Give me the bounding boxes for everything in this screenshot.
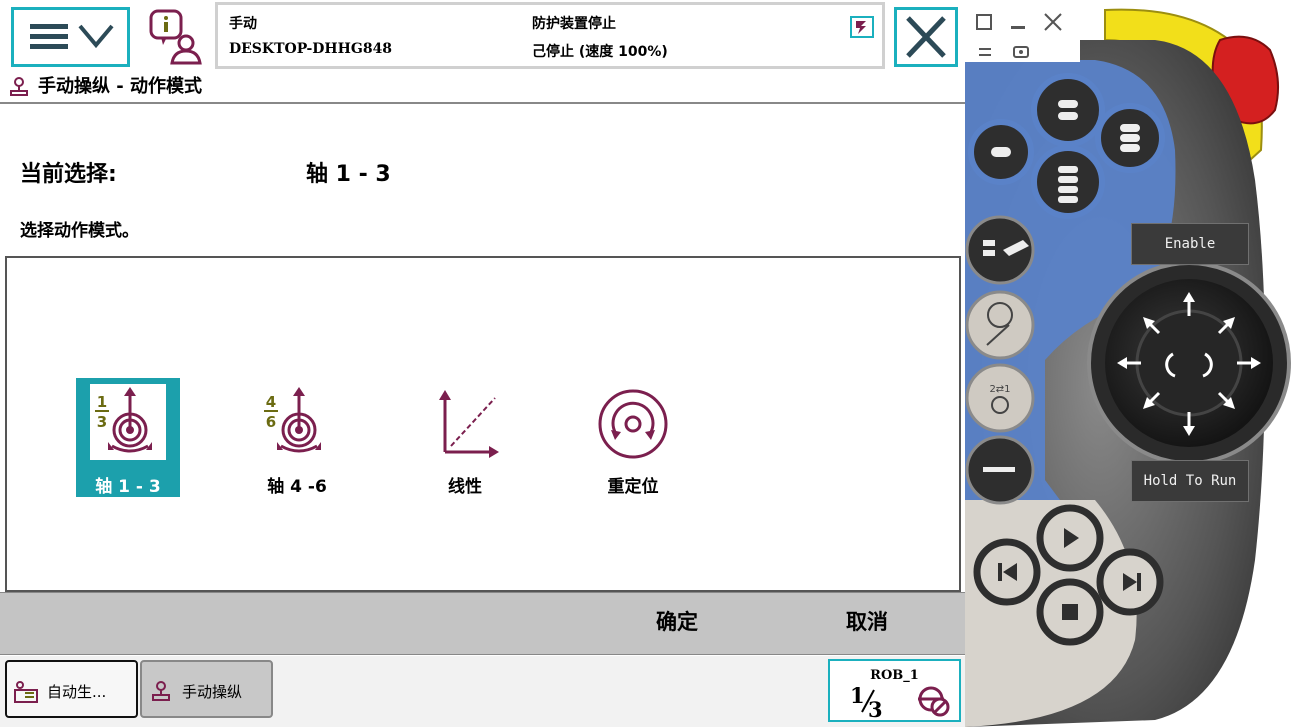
- mode-label: 轴 4 -6: [267, 477, 327, 497]
- ok-button[interactable]: 确定: [614, 593, 740, 655]
- window-title-bar: 手动操纵 - 动作模式: [0, 72, 965, 104]
- menu-icon: [30, 24, 114, 49]
- mode-icon-wrap: [595, 384, 671, 460]
- mode-linear[interactable]: 线性: [413, 378, 517, 497]
- hold-to-run-button[interactable]: Hold To Run: [1131, 460, 1249, 502]
- mode-icon-wrap: [427, 384, 503, 460]
- main-menu-button[interactable]: [11, 7, 130, 67]
- motor-status-icon: [850, 16, 874, 38]
- reorient-icon: [598, 389, 668, 459]
- run-status: 己停止 (速度 100%): [532, 44, 668, 60]
- motion-mode-panel: 1 3 轴 1 - 3 4 6 轴 4 -6 线性 重定位: [5, 256, 961, 592]
- task-label: 手动操纵: [182, 683, 243, 701]
- task-label: 自动生...: [47, 683, 107, 701]
- jogging-icon: [10, 77, 28, 96]
- axis-top-number: 1: [97, 393, 107, 411]
- jogging-icon: [152, 681, 170, 701]
- top-bar: 手动 DESKTOP-DHHG848 防护装置停止 己停止 (速度 100%): [0, 0, 965, 72]
- safety-status: 防护装置停止: [532, 16, 616, 32]
- app-root: 手动 DESKTOP-DHHG848 防护装置停止 己停止 (速度 100%) …: [0, 0, 1296, 727]
- current-selection-label: 当前选择:: [20, 162, 117, 187]
- task-production-window[interactable]: 自动生...: [5, 660, 138, 718]
- mode-axis-1-3[interactable]: 1 3 轴 1 - 3: [76, 378, 180, 497]
- selection-prompt: 选择动作模式。: [20, 221, 139, 241]
- axis-top-number: 4: [266, 393, 276, 411]
- pendant-body: 2⇄1: [965, 0, 1291, 727]
- axis-1-3-icon: 1 3: [95, 387, 152, 453]
- status-bar[interactable]: 手动 DESKTOP-DHHG848 防护装置停止 己停止 (速度 100%): [215, 2, 885, 69]
- quickset-button[interactable]: ROB_1 1 3: [828, 659, 961, 722]
- task-fraction-denominator: 3: [868, 697, 883, 722]
- system-name: DESKTOP-DHHG848: [229, 41, 393, 57]
- mode-reorient[interactable]: 重定位: [581, 378, 685, 497]
- mode-label: 线性: [448, 477, 482, 497]
- cancel-button[interactable]: 取消: [804, 593, 930, 655]
- operating-mode: 手动: [229, 16, 257, 32]
- flexpendant-hardware: 2⇄1 Enable Hold To Run: [965, 0, 1296, 727]
- close-button[interactable]: [894, 7, 958, 67]
- taskbar: 自动生... 手动操纵 ROB_1 1 3: [0, 656, 965, 727]
- close-icon: [906, 16, 946, 58]
- axis-4-6-icon: 4 6: [264, 387, 321, 453]
- mode-label: 重定位: [607, 477, 659, 497]
- current-selection-value: 轴 1 - 3: [306, 162, 391, 187]
- task-jogging[interactable]: 手动操纵: [140, 660, 273, 718]
- robot-name: ROB_1: [870, 668, 919, 683]
- mode-axis-4-6[interactable]: 4 6 轴 4 -6: [245, 378, 349, 497]
- mechanical-unit-icon: [918, 686, 950, 717]
- enable-button[interactable]: Enable: [1131, 223, 1249, 265]
- axis-bottom-number: 6: [266, 413, 276, 431]
- mode-label: 轴 1 - 3: [95, 477, 161, 497]
- action-bar: 确定 取消: [0, 592, 965, 655]
- production-window-icon: [14, 681, 38, 703]
- toggle-dash: [983, 467, 1015, 472]
- flexpendant-screen: 手动 DESKTOP-DHHG848 防护装置停止 己停止 (速度 100%) …: [0, 0, 965, 727]
- info-user-icon: [149, 9, 202, 65]
- mode-icon-wrap: 1 3: [90, 384, 166, 460]
- linear-icon: [439, 390, 499, 458]
- window-title: 手动操纵 - 动作模式: [38, 76, 203, 97]
- toggle-key-glyph: 2⇄1: [989, 384, 1010, 395]
- joystick: [1087, 261, 1291, 465]
- axis-bottom-number: 3: [97, 413, 107, 431]
- event-log-button[interactable]: [143, 5, 209, 69]
- mode-icon-wrap: 4 6: [259, 384, 335, 460]
